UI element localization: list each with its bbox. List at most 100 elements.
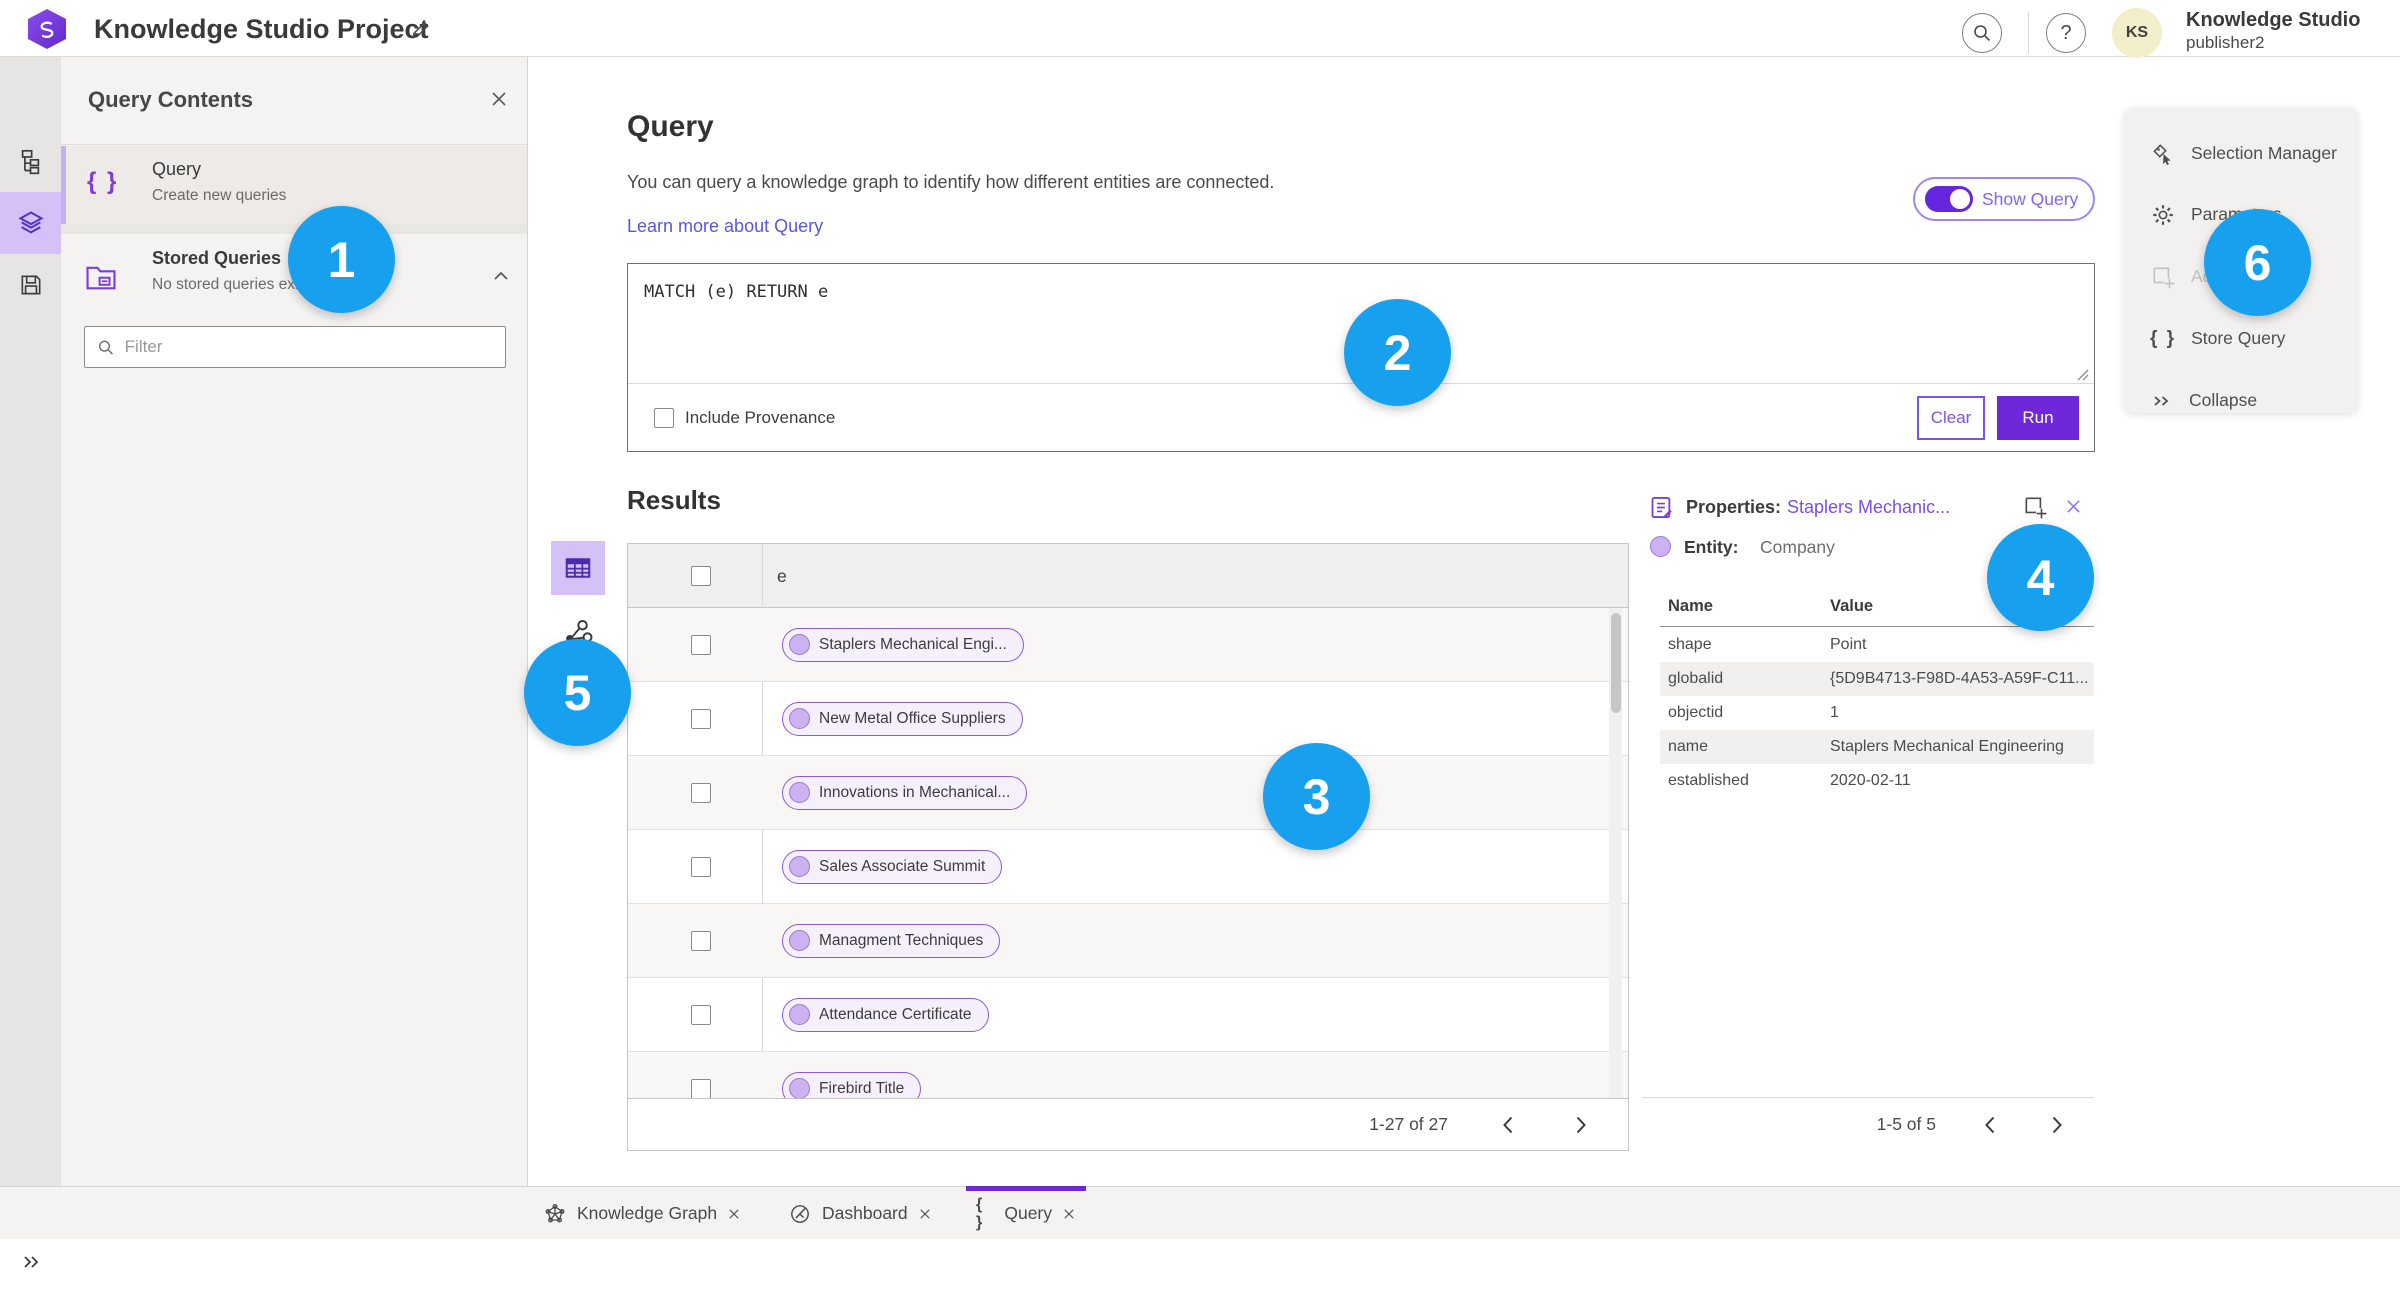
row-checkbox[interactable] — [691, 1078, 711, 1099]
panel-title: Query Contents — [88, 87, 254, 112]
annotation-badge-3: 3 — [1263, 743, 1370, 850]
table-row[interactable]: Innovations in Mechanical... — [628, 756, 1628, 830]
filter-input[interactable] — [124, 337, 493, 357]
entity-pill[interactable]: Sales Associate Summit — [782, 849, 1003, 884]
chevron-up-icon[interactable] — [491, 266, 511, 286]
edit-title-pencil-icon[interactable] — [408, 18, 432, 42]
results-next-page-button[interactable] — [1566, 1110, 1596, 1140]
prop-col-name: Name — [1668, 597, 1713, 615]
entity-dot-icon — [789, 1004, 810, 1025]
learn-more-link[interactable]: Learn more about Query — [627, 216, 823, 237]
panel-header: Query Contents — [61, 57, 528, 145]
search-icon — [1974, 25, 1991, 42]
query-description: You can query a knowledge graph to ident… — [627, 172, 1275, 192]
rail-expand-button[interactable] — [0, 1231, 61, 1293]
entity-type-value: Company — [1760, 537, 1835, 557]
table-row[interactable]: Sales Associate Summit — [628, 830, 1628, 904]
annotation-badge-5: 5 — [524, 639, 631, 746]
search-button[interactable] — [1962, 13, 2002, 53]
selected-accent-bar — [61, 146, 66, 224]
tool-selection-manager[interactable]: Selection Manager — [2124, 123, 2358, 184]
stored-queries-filter[interactable] — [84, 326, 506, 368]
panel-item-query[interactable]: { } Query Create new queries — [61, 146, 527, 224]
add-selection-icon — [2025, 497, 2047, 519]
tab-close-button[interactable] — [918, 1207, 932, 1221]
table-row[interactable]: Managment Techniques — [628, 904, 1628, 978]
include-provenance-checkbox[interactable] — [654, 408, 674, 428]
row-checkbox[interactable] — [691, 930, 711, 951]
user-subname: publisher2 — [2186, 33, 2265, 52]
tab-close-button[interactable] — [727, 1207, 741, 1221]
row-checkbox[interactable] — [691, 708, 711, 729]
property-row: shape Point — [1660, 628, 2094, 662]
table-icon — [565, 558, 591, 578]
double-chevron-right-icon — [23, 1256, 38, 1268]
toggle-knob — [1950, 189, 1970, 209]
props-next-page-button[interactable] — [2042, 1110, 2072, 1140]
app-logo-icon[interactable] — [28, 9, 66, 49]
user-name: Knowledge Studio — [2186, 9, 2361, 31]
resize-handle-icon[interactable] — [2076, 368, 2090, 382]
entity-pill[interactable]: Innovations in Mechanical... — [782, 775, 1028, 810]
table-row[interactable]: Staplers Mechanical Engi... — [628, 608, 1628, 682]
row-checkbox[interactable] — [691, 856, 711, 877]
close-icon — [492, 92, 506, 106]
entity-label: Staplers Mechanical Engi... — [819, 635, 1007, 653]
tool-store-query[interactable]: { } Store Query — [2124, 308, 2358, 369]
tool-label: Collapse — [2189, 390, 2258, 410]
user-menu[interactable]: Knowledge Studio publisher2 — [2186, 9, 2360, 53]
show-query-label: Show Query — [1982, 188, 2079, 209]
entity-type-dot-icon — [1650, 536, 1671, 557]
tab-knowledge-graph[interactable]: Knowledge Graph — [533, 1187, 751, 1240]
entity-label: Firebird Title — [819, 1079, 905, 1097]
entity-pill[interactable]: Managment Techniques — [782, 923, 1001, 958]
table-row[interactable]: New Metal Office Suppliers — [628, 682, 1628, 756]
entity-label: Managment Techniques — [819, 931, 984, 949]
entity-pill[interactable]: Attendance Certificate — [782, 997, 989, 1032]
query-item-subtitle: Create new queries — [152, 187, 287, 204]
properties-entity-link[interactable]: Staplers Mechanic... — [1787, 497, 1950, 518]
view-table-button-active[interactable] — [551, 541, 605, 595]
table-scrollbar[interactable] — [1609, 608, 1622, 1100]
scrollbar-thumb[interactable] — [1610, 613, 1621, 713]
results-prev-page-button[interactable] — [1492, 1110, 1522, 1140]
properties-close-button[interactable] — [2064, 497, 2083, 516]
show-query-toggle[interactable]: Show Query — [1913, 177, 2095, 221]
entity-label: Attendance Certificate — [819, 1005, 972, 1023]
close-icon — [919, 1208, 930, 1219]
rail-item-layers-active[interactable] — [0, 192, 61, 254]
results-table: e Staplers Mechanical Engi... New Metal … — [627, 543, 1629, 1151]
help-button[interactable]: ? — [2046, 13, 2086, 53]
query-item-title: Query — [152, 159, 202, 179]
entity-dot-icon — [789, 634, 810, 655]
panel-close-button[interactable] — [489, 89, 509, 109]
run-button[interactable]: Run — [1997, 396, 2079, 440]
entity-pill[interactable]: New Metal Office Suppliers — [782, 701, 1023, 736]
add-to-selection-button[interactable] — [2022, 494, 2048, 520]
double-chevron-right-icon — [2154, 395, 2169, 406]
chevron-right-icon — [2052, 1116, 2062, 1133]
rail-item-save[interactable] — [0, 254, 61, 316]
tab-close-button[interactable] — [1062, 1207, 1076, 1221]
table-row[interactable]: Attendance Certificate — [628, 978, 1628, 1052]
annotation-badge-1: 1 — [288, 206, 395, 313]
tab-dashboard[interactable]: Dashboard — [778, 1187, 942, 1240]
entity-pill[interactable]: Staplers Mechanical Engi... — [782, 627, 1024, 662]
row-checkbox[interactable] — [691, 1004, 711, 1025]
tool-collapse[interactable]: Collapse — [2124, 370, 2358, 431]
selection-manager-icon — [2153, 143, 2171, 165]
props-prev-page-button[interactable] — [1974, 1110, 2004, 1140]
entity-dot-icon — [789, 708, 810, 729]
row-checkbox[interactable] — [691, 782, 711, 803]
bottom-tab-bar: Knowledge Graph Dashboard { } Query — [0, 1186, 2400, 1239]
filter-search-icon — [98, 340, 113, 355]
prop-value: 2020-02-11 — [1830, 772, 1911, 789]
clear-button[interactable]: Clear — [1917, 396, 1985, 440]
properties-doc-icon — [1651, 497, 1672, 518]
row-checkbox[interactable] — [691, 634, 711, 655]
tab-query-active[interactable]: { } Query — [966, 1186, 1086, 1240]
rail-item-data-model[interactable] — [0, 130, 61, 192]
select-all-checkbox[interactable] — [691, 566, 711, 586]
knowledge-graph-icon — [545, 1203, 565, 1222]
avatar[interactable]: KS — [2112, 8, 2162, 58]
